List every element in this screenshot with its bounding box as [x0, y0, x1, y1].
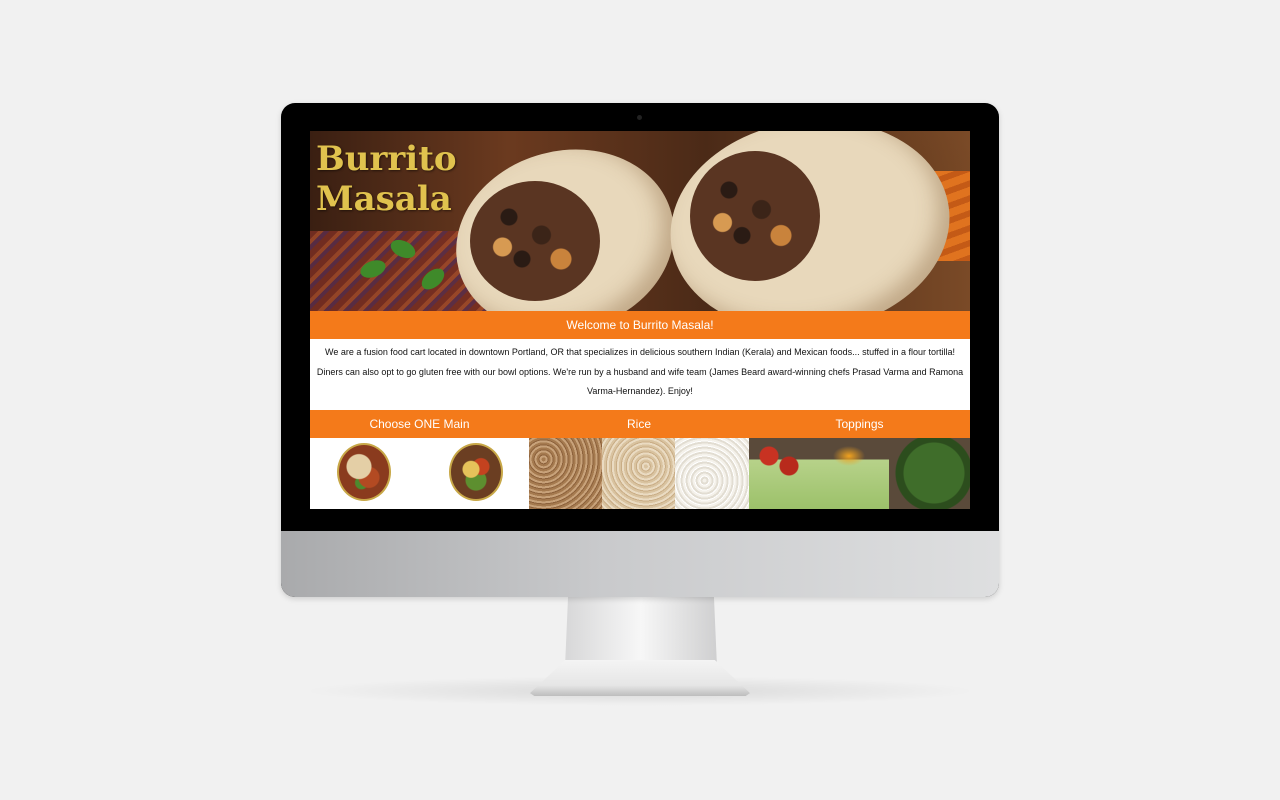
- section-toppings-title: Toppings: [835, 417, 884, 431]
- section-main-header: Choose ONE Main: [310, 410, 529, 438]
- monitor-stand-neck: [565, 597, 717, 667]
- section-toppings-header: Toppings: [749, 410, 970, 438]
- monitor-stand-base: [530, 660, 750, 696]
- basmati-rice-image[interactable]: [602, 438, 675, 509]
- intro-paragraph: We are a fusion food cart located in dow…: [316, 347, 964, 396]
- section-toppings: Toppings: [749, 410, 970, 509]
- logo-line-2: Masala: [316, 179, 452, 219]
- welcome-text: Welcome to Burrito Masala!: [566, 318, 714, 332]
- monitor-chin: [281, 531, 999, 597]
- brown-rice-image[interactable]: [529, 438, 602, 509]
- section-toppings-body: [749, 438, 970, 509]
- website-screen: Burrito Masala Welcome to Burrito Masala…: [310, 131, 970, 509]
- section-rice-body: [529, 438, 749, 509]
- burrito-filling-image: [690, 151, 820, 281]
- bowl-option-image[interactable]: [449, 443, 503, 501]
- toppings-image[interactable]: [749, 438, 970, 509]
- monitor: Burrito Masala Welcome to Burrito Masala…: [281, 103, 999, 597]
- white-rice-image[interactable]: [675, 438, 749, 509]
- section-main: Choose ONE Main: [310, 410, 529, 509]
- section-rice: Rice: [529, 410, 749, 509]
- burrito-filling-image: [470, 181, 600, 301]
- section-rice-title: Rice: [626, 417, 651, 431]
- camera-dot-icon: [637, 115, 642, 120]
- welcome-banner: Welcome to Burrito Masala!: [310, 311, 970, 339]
- section-main-title: Choose ONE Main: [369, 417, 470, 431]
- menu-sections: Choose ONE Main Rice Toppings: [310, 410, 970, 509]
- burrito-option-image[interactable]: [337, 443, 391, 501]
- section-rice-header: Rice: [529, 410, 749, 438]
- section-main-body: [310, 438, 529, 509]
- logo-line-1: Burrito: [316, 139, 457, 179]
- hero-banner: Burrito Masala: [310, 131, 970, 311]
- site-logo[interactable]: Burrito Masala: [316, 139, 457, 219]
